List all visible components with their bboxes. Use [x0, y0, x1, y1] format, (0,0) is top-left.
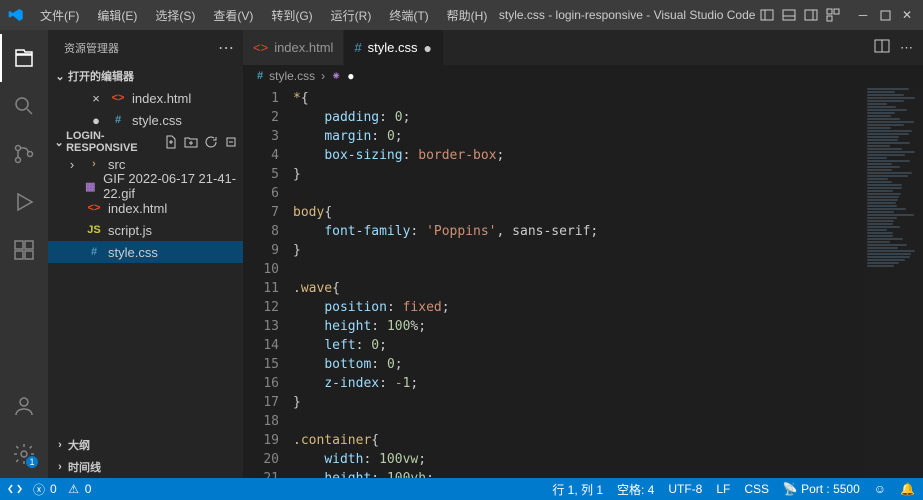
source-control-icon[interactable] — [0, 130, 48, 178]
menu-item[interactable]: 终端(T) — [381, 3, 436, 28]
warnings-item[interactable]: ⚠0 — [67, 482, 92, 496]
explorer-icon[interactable] — [0, 34, 48, 82]
editor-tab[interactable]: #style.css● — [344, 30, 444, 65]
main-menu: 文件(F)编辑(E)选择(S)查看(V)转到(G)运行(R)终端(T)帮助(H) — [32, 3, 495, 28]
feedback-icon[interactable]: ☺ — [874, 482, 886, 496]
line-numbers: 1234567891011121314151617181920212223242… — [243, 87, 293, 478]
chevron-down-icon: ⌄ — [52, 70, 68, 83]
gif-file-icon: ▦ — [84, 178, 98, 194]
search-icon[interactable] — [0, 82, 48, 130]
menu-item[interactable]: 文件(F) — [32, 3, 87, 28]
css-file-icon: # — [257, 70, 263, 82]
modified-dot-icon[interactable]: ● — [88, 113, 104, 128]
indentation[interactable]: 空格: 4 — [617, 481, 654, 498]
language-mode[interactable]: CSS — [744, 482, 769, 496]
sidebar-title: 资源管理器 — [64, 40, 119, 56]
html-file-icon: <> — [253, 40, 268, 55]
project-section[interactable]: ⌄ LOGIN-RESPONSIVE — [48, 131, 243, 153]
open-editors-section[interactable]: ⌄ 打开的编辑器 — [48, 65, 243, 87]
layout-panel-right-icon[interactable] — [803, 7, 819, 23]
new-file-icon[interactable] — [163, 134, 179, 150]
file-tree-item[interactable]: JSscript.js — [48, 219, 243, 241]
css-file-icon: # — [110, 112, 126, 128]
breadcrumb[interactable]: # style.css › ⁕ ● — [243, 65, 923, 87]
timeline-section[interactable]: › 时间线 — [48, 456, 243, 478]
window-maximize-icon[interactable] — [877, 7, 893, 23]
accounts-icon[interactable] — [0, 382, 48, 430]
settings-gear-icon[interactable]: 1 — [0, 430, 48, 478]
file-tree-item[interactable]: ▦GIF 2022-06-17 21-41-22.gif — [48, 175, 243, 197]
extensions-icon[interactable] — [0, 226, 48, 274]
editor-tab[interactable]: <>index.html — [243, 30, 344, 65]
split-editor-icon[interactable] — [874, 38, 890, 57]
cursor-position[interactable]: 行 1, 列 1 — [552, 481, 603, 498]
html-file-icon: <> — [110, 90, 126, 106]
explorer-sidebar: 资源管理器 ⋯ ⌄ 打开的编辑器 ×<>index.html●#style.cs… — [48, 30, 243, 478]
layout-panel-bottom-icon[interactable] — [781, 7, 797, 23]
window-title: style.css - login-responsive - Visual St… — [495, 8, 759, 22]
menu-item[interactable]: 编辑(E) — [89, 3, 145, 28]
new-folder-icon[interactable] — [183, 134, 199, 150]
collapse-all-icon[interactable] — [223, 134, 239, 150]
css-file-icon: # — [86, 244, 102, 260]
chevron-right-icon: › — [52, 461, 68, 473]
settings-badge: 1 — [26, 456, 38, 468]
symbol-icon: ⁕ — [331, 69, 341, 83]
folder-folder-icon: › — [86, 156, 102, 172]
code-content[interactable]: *{ padding: 0; margin: 0; box-sizing: bo… — [293, 87, 923, 478]
open-editor-item[interactable]: ×<>index.html — [48, 87, 243, 109]
chevron-down-icon: ⌄ — [52, 136, 66, 149]
status-bar: ⓧ0 ⚠0 行 1, 列 1 空格: 4 UTF-8 LF CSS 📡Port … — [0, 478, 923, 500]
chevron-right-icon: › — [64, 157, 80, 172]
sidebar-more-icon[interactable]: ⋯ — [218, 38, 235, 58]
remote-indicator[interactable] — [8, 482, 22, 496]
eol[interactable]: LF — [716, 482, 730, 496]
html-file-icon: <> — [86, 200, 102, 216]
menu-item[interactable]: 选择(S) — [147, 3, 203, 28]
errors-item[interactable]: ⓧ0 — [32, 482, 57, 496]
layout-customize-icon[interactable] — [825, 7, 841, 23]
encoding[interactable]: UTF-8 — [668, 482, 702, 496]
close-icon[interactable]: × — [88, 91, 104, 106]
window-close-icon[interactable]: ✕ — [899, 7, 915, 23]
js-file-icon: JS — [86, 222, 102, 238]
run-debug-icon[interactable] — [0, 178, 48, 226]
menu-item[interactable]: 查看(V) — [205, 3, 261, 28]
menu-item[interactable]: 运行(R) — [323, 3, 380, 28]
modified-dot-icon[interactable]: ● — [424, 40, 432, 56]
more-actions-icon[interactable]: ⋯ — [900, 40, 913, 56]
window-minimize-icon[interactable]: ─ — [855, 7, 871, 23]
code-editor[interactable]: 1234567891011121314151617181920212223242… — [243, 87, 923, 478]
notifications-icon[interactable]: 🔔 — [900, 482, 915, 496]
refresh-icon[interactable] — [203, 134, 219, 150]
outline-section[interactable]: › 大纲 — [48, 434, 243, 456]
title-bar: 文件(F)编辑(E)选择(S)查看(V)转到(G)运行(R)终端(T)帮助(H)… — [0, 0, 923, 30]
minimap[interactable] — [863, 87, 923, 478]
css-file-icon: # — [354, 40, 361, 55]
layout-panel-left-icon[interactable] — [759, 7, 775, 23]
open-editor-item[interactable]: ●#style.css — [48, 109, 243, 131]
activity-bar: 1 — [0, 30, 48, 478]
vscode-logo-icon — [8, 7, 24, 23]
editor-tabs: <>index.html#style.css● ⋯ — [243, 30, 923, 65]
editor-area: <>index.html#style.css● ⋯ # style.css › … — [243, 30, 923, 478]
menu-item[interactable]: 转到(G) — [263, 3, 320, 28]
file-tree-item[interactable]: #style.css — [48, 241, 243, 263]
menu-item[interactable]: 帮助(H) — [439, 3, 496, 28]
modified-indicator: ● — [347, 69, 354, 83]
chevron-right-icon: › — [52, 439, 68, 451]
live-server-port[interactable]: 📡Port : 5500 — [783, 482, 860, 496]
